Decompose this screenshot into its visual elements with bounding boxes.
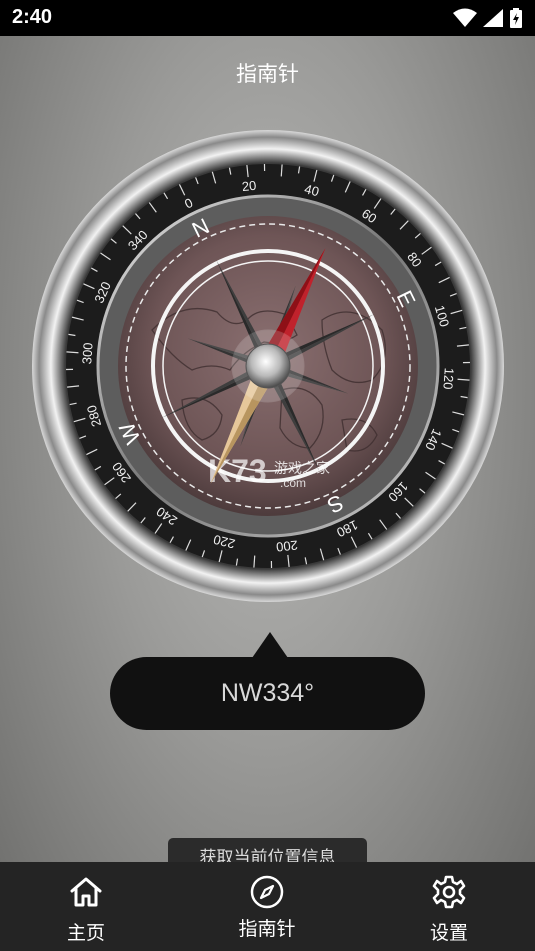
nav-label-compass: 指南针 bbox=[238, 918, 296, 940]
degree-tick bbox=[457, 378, 470, 381]
bottom-nav: 主页 指南针 设置 bbox=[0, 862, 535, 951]
signal-icon bbox=[482, 9, 503, 27]
page-title: 指南针 bbox=[236, 62, 299, 86]
gear-icon bbox=[432, 875, 466, 909]
degree-tick bbox=[280, 164, 283, 177]
degree-label: 120 bbox=[440, 367, 456, 390]
degree-label: 300 bbox=[79, 342, 95, 365]
wifi-icon bbox=[452, 8, 477, 27]
degree-label: 20 bbox=[241, 178, 257, 194]
watermark-subtitle: 游戏之家 bbox=[274, 460, 330, 477]
compass-dial: 0 20 40 60 80 100 120 140 160 180 200 220 240 260 280 3… bbox=[32, 130, 504, 602]
status-icons bbox=[452, 8, 523, 28]
nav-item-compass[interactable]: 指南针 bbox=[207, 862, 327, 951]
nav-item-home[interactable]: 主页 bbox=[26, 862, 146, 951]
nav-label-settings: 设置 bbox=[429, 922, 468, 944]
degree-tick bbox=[253, 555, 256, 568]
degree-label: 200 bbox=[275, 537, 298, 554]
needle-hub bbox=[245, 343, 291, 389]
watermark-domain: .com bbox=[280, 476, 306, 490]
heading-pointer bbox=[252, 632, 288, 658]
heading-readout: NW334° bbox=[110, 657, 425, 730]
compass-icon bbox=[250, 875, 284, 909]
status-bar: 2:40 bbox=[0, 0, 535, 36]
battery-charging-icon bbox=[510, 8, 522, 28]
degree-tick bbox=[66, 351, 79, 354]
home-icon bbox=[70, 877, 102, 907]
nav-label-home: 主页 bbox=[66, 922, 105, 944]
status-time: 2:40 bbox=[12, 6, 53, 28]
nav-item-settings[interactable]: 设置 bbox=[389, 862, 509, 951]
